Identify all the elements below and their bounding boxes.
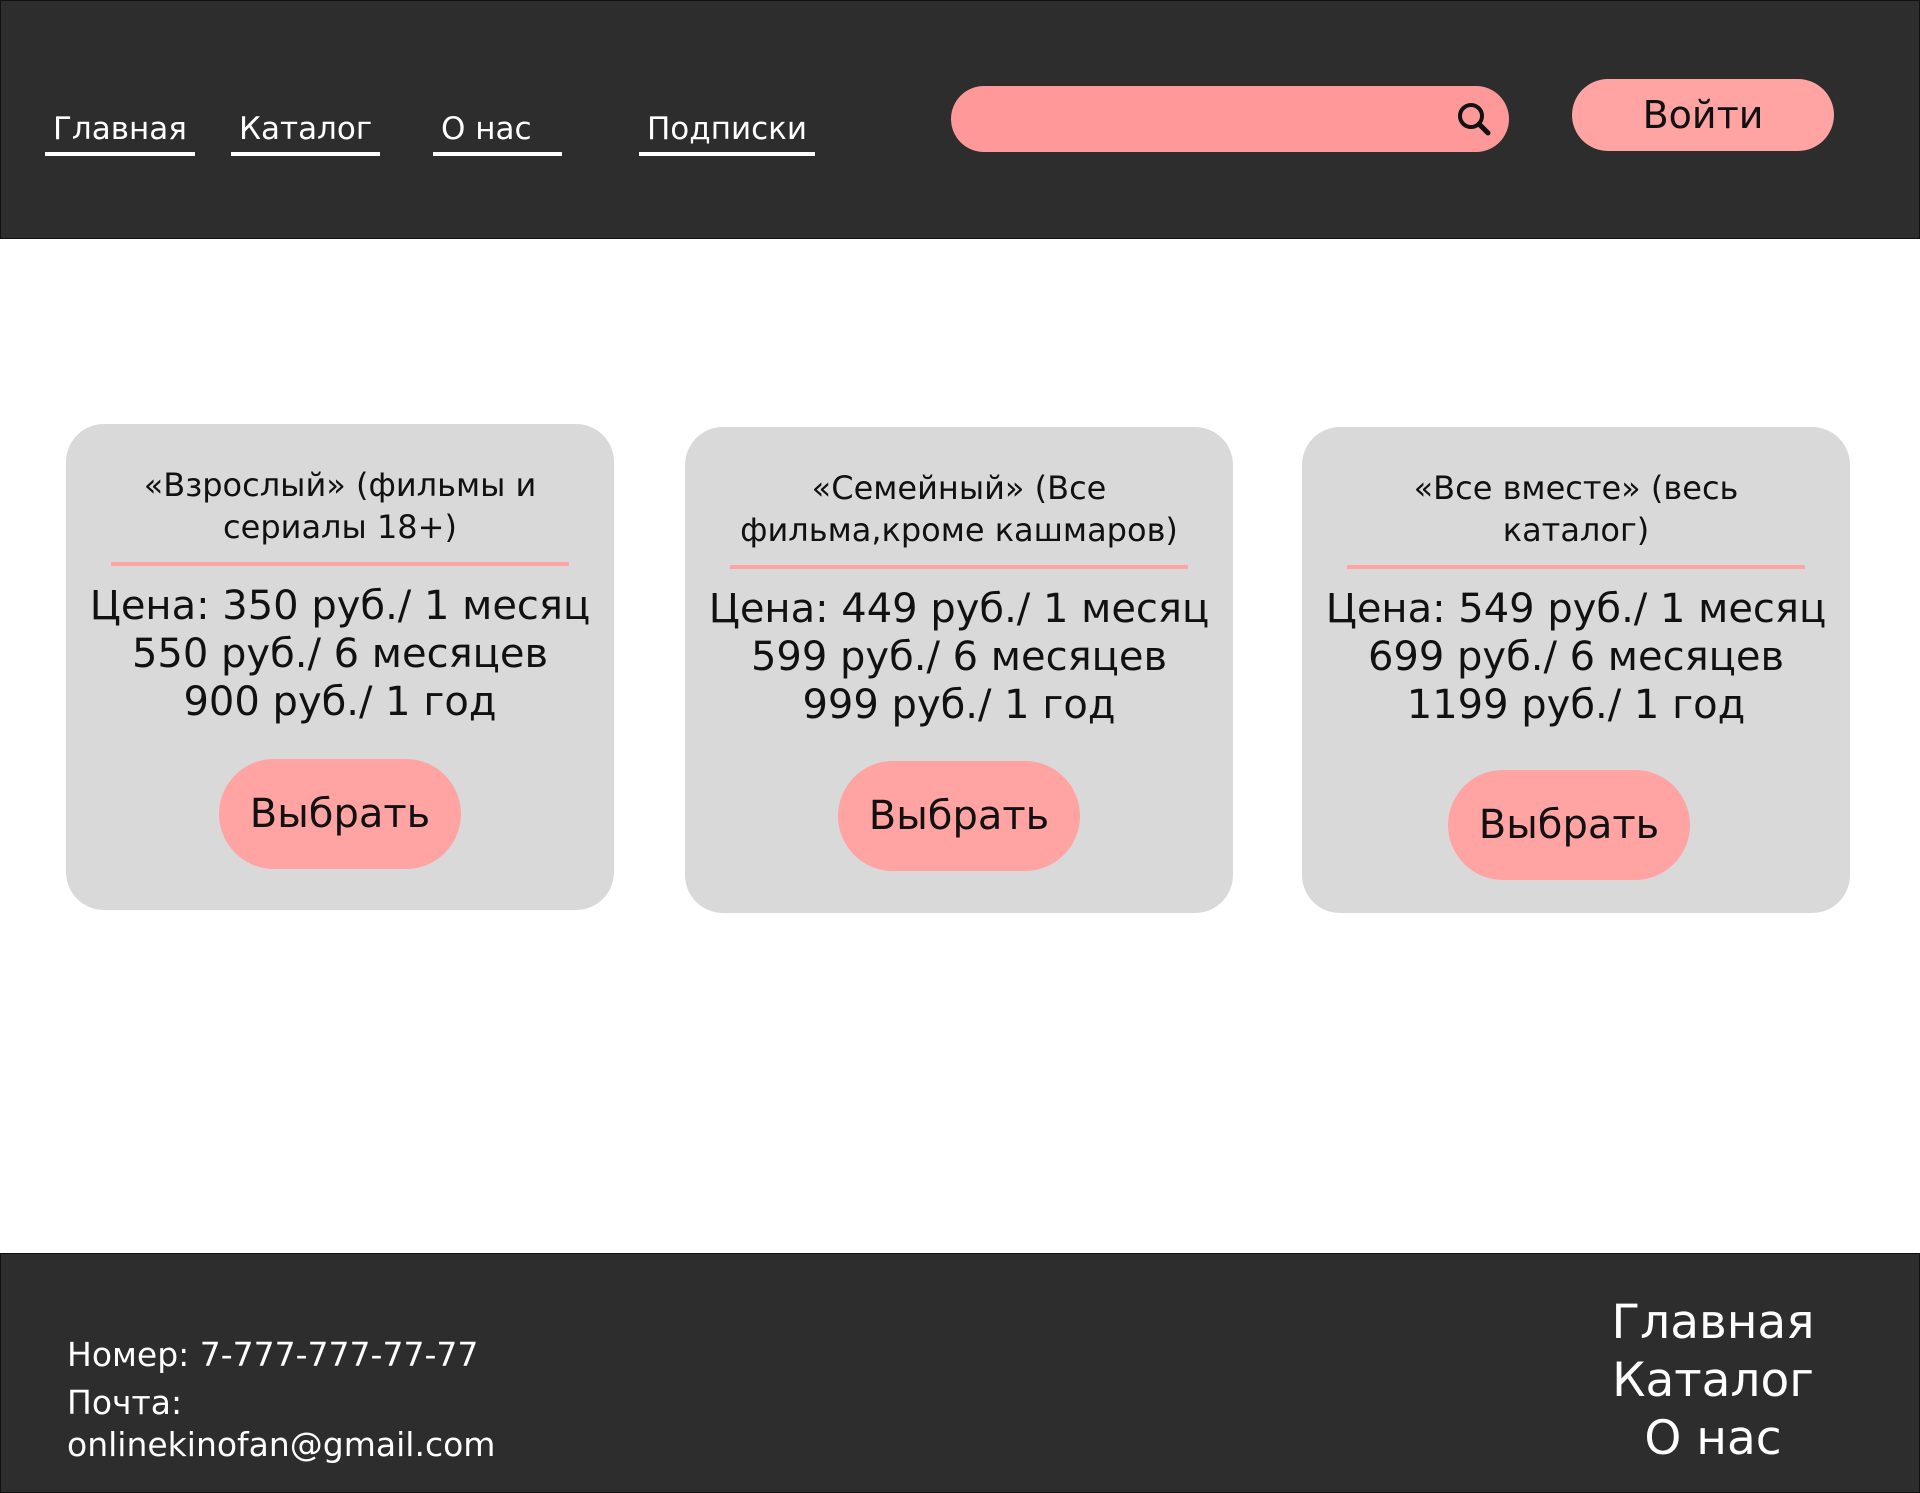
price-line: 550 руб./ 6 месяцев	[131, 631, 549, 677]
search-input[interactable]	[975, 86, 1439, 154]
plan-divider	[1347, 565, 1805, 569]
phone-number: Номер: 7-777-777-77-77	[67, 1335, 479, 1374]
email-address[interactable]: onlinekinofan@gmail.com	[67, 1424, 495, 1466]
footer: Номер: 7-777-777-77-77 Почта: onlinekino…	[0, 1253, 1920, 1493]
search-bar[interactable]	[951, 86, 1509, 154]
plan-card-all-together: «Все вместе» (весь каталог) Цена: 549 ру…	[1302, 427, 1850, 913]
plan-title: «Взрослый» (фильмы и сериалы 18+)	[86, 464, 594, 548]
plan-title-line: «Все вместе» (весь	[1413, 469, 1739, 507]
plan-prices: Цена: 449 руб./ 1 месяц 599 руб./ 6 меся…	[695, 585, 1223, 729]
plan-title-line: «Семейный» (Все	[811, 469, 1107, 507]
footer-link-about[interactable]: О нас	[1583, 1410, 1843, 1468]
plan-divider	[730, 565, 1188, 569]
plan-title-line: каталог)	[1502, 511, 1650, 549]
plan-title-line: «Взрослый» (фильмы и	[143, 466, 537, 504]
plan-card-adult: «Взрослый» (фильмы и сериалы 18+) Цена: …	[66, 424, 614, 910]
price-line: 699 руб./ 6 месяцев	[1367, 634, 1785, 680]
plan-prices: Цена: 350 руб./ 1 месяц 550 руб./ 6 меся…	[76, 582, 604, 726]
choose-button-family[interactable]: Выбрать	[838, 761, 1080, 871]
price-line: Цена: 449 руб./ 1 месяц	[708, 586, 1210, 632]
price-line: 999 руб./ 1 год	[802, 682, 1116, 728]
price-line: 599 руб./ 6 месяцев	[750, 634, 1168, 680]
search-icon[interactable]	[1454, 99, 1494, 139]
plan-prices: Цена: 549 руб./ 1 месяц 699 руб./ 6 меся…	[1312, 585, 1840, 729]
choose-button-adult[interactable]: Выбрать	[219, 759, 461, 869]
price-line: Цена: 549 руб./ 1 месяц	[1325, 586, 1827, 632]
login-button[interactable]: Войти	[1572, 79, 1834, 151]
header: Главная Каталог О нас Подписки Войти	[0, 0, 1920, 239]
footer-link-home[interactable]: Главная	[1583, 1294, 1843, 1352]
nav-link-subscriptions[interactable]: Подписки	[639, 109, 816, 156]
plan-card-family: «Семейный» (Все фильма,кроме кашмаров) Ц…	[685, 427, 1233, 913]
footer-link-catalog[interactable]: Каталог	[1583, 1352, 1843, 1410]
price-line: 1199 руб./ 1 год	[1406, 682, 1746, 728]
plan-divider	[111, 562, 569, 566]
plan-title-line: фильма,кроме кашмаров)	[740, 511, 1178, 549]
footer-nav: Главная Каталог О нас	[1583, 1294, 1843, 1468]
nav-link-home[interactable]: Главная	[45, 109, 195, 156]
plan-title: «Семейный» (Все фильма,кроме кашмаров)	[705, 467, 1213, 551]
plan-title: «Все вместе» (весь каталог)	[1322, 467, 1830, 551]
price-line: Цена: 350 руб./ 1 месяц	[89, 583, 591, 629]
price-line: 900 руб./ 1 год	[183, 679, 497, 725]
nav-link-catalog[interactable]: Каталог	[231, 109, 381, 156]
plan-title-line: сериалы 18+)	[223, 508, 457, 546]
email-label: Почта:	[67, 1383, 183, 1422]
nav-link-about[interactable]: О нас	[433, 109, 562, 156]
choose-button-all-together[interactable]: Выбрать	[1448, 770, 1690, 880]
